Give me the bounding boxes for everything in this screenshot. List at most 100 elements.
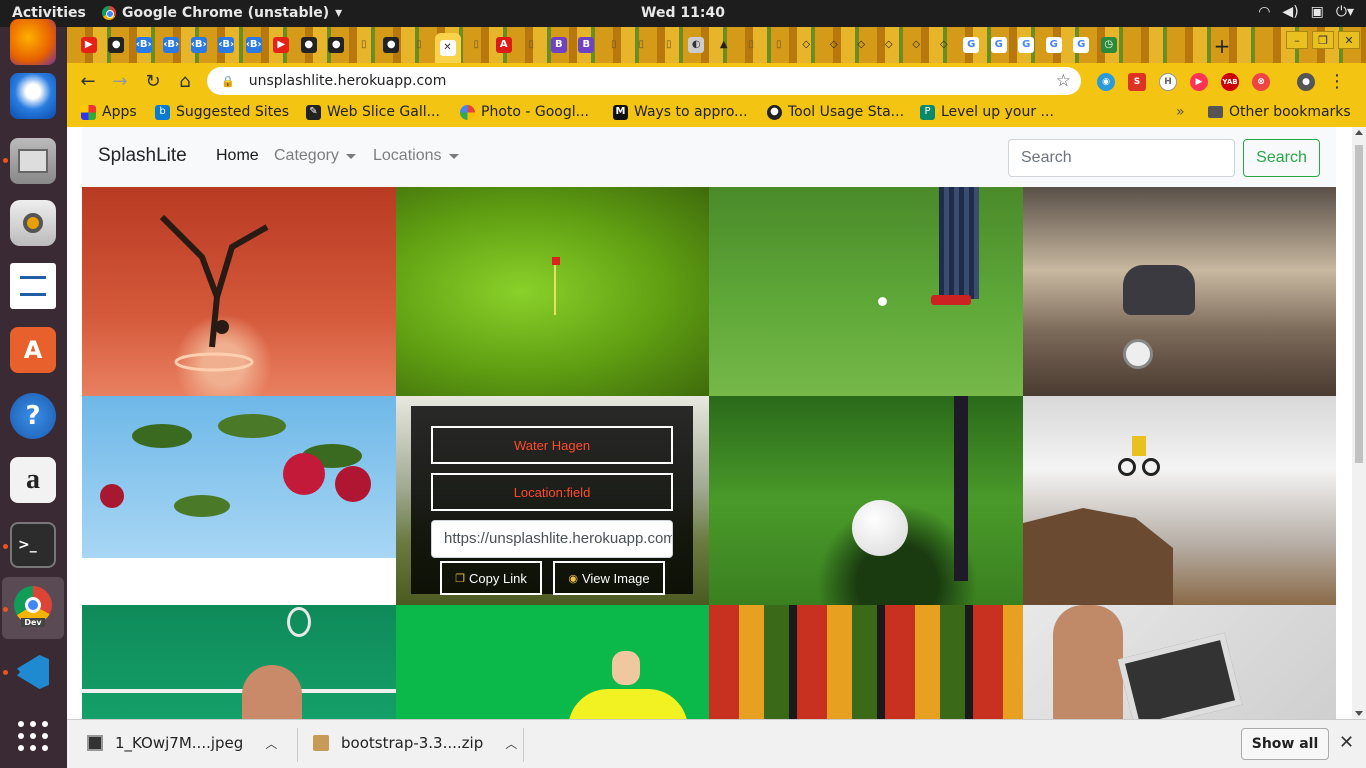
download-item[interactable]: bootstrap-3.3....zip ︿ — [313, 734, 517, 752]
download-item[interactable]: 1_KOwj7M....jpeg ︿ — [87, 734, 277, 752]
browser-tab[interactable]: ▯ — [630, 33, 654, 57]
reload-icon[interactable]: ↻ — [142, 70, 164, 92]
close-window-icon[interactable]: ✕ — [1338, 31, 1360, 49]
scroll-down-arrow-icon[interactable] — [1355, 711, 1363, 716]
browser-tab[interactable]: ● — [380, 33, 404, 57]
browser-tab[interactable]: ◷ — [1097, 33, 1121, 57]
firefox-icon[interactable] — [10, 19, 56, 65]
browser-tab[interactable]: ▯ — [767, 33, 791, 57]
files-icon[interactable] — [10, 138, 56, 184]
bookmark-star-icon[interactable]: ☆ — [1056, 71, 1071, 91]
browser-tab[interactable]: ● — [105, 33, 129, 57]
show-all-downloads-button[interactable]: Show all — [1241, 728, 1329, 760]
browser-tab[interactable]: ◇ — [877, 33, 901, 57]
close-icon[interactable]: ✕ — [1339, 732, 1354, 753]
photo-tile-tablet-man[interactable] — [1023, 605, 1336, 719]
browser-tab[interactable]: ‹B› — [242, 33, 266, 57]
new-tab-button[interactable]: + — [1210, 34, 1234, 58]
browser-tab[interactable]: ▶ — [270, 33, 294, 57]
other-bookmarks[interactable]: Other bookmarks — [1208, 104, 1351, 120]
bookmark-ways[interactable]: M Ways to appro... — [613, 104, 748, 120]
bookmark-level-up[interactable]: P Level up your ... — [920, 104, 1054, 120]
extension-h-icon[interactable]: H — [1159, 72, 1177, 91]
photo-tile-field-hovered[interactable]: Water Hagen Location:field https://unspl… — [396, 396, 709, 605]
browser-tab[interactable]: ▲ — [712, 33, 736, 57]
browser-tab[interactable]: ▯ — [602, 33, 626, 57]
nav-category-dropdown[interactable]: Category — [274, 147, 356, 165]
browser-tab[interactable]: ◇ — [932, 33, 956, 57]
photo-tile-market[interactable] — [709, 605, 1023, 719]
photo-tile-golfer[interactable] — [709, 187, 1023, 396]
search-button[interactable]: Search — [1243, 139, 1320, 177]
browser-tab[interactable]: ▯ — [657, 33, 681, 57]
view-image-button[interactable]: ◉ View Image — [553, 561, 665, 595]
back-arrow-icon[interactable]: ← — [77, 70, 99, 92]
photo-tile-dancer[interactable] — [82, 187, 396, 396]
browser-tab[interactable]: ✕ — [434, 33, 461, 63]
browser-tab[interactable]: G — [1042, 33, 1066, 57]
terminal-icon[interactable]: >_ — [10, 522, 56, 568]
minimize-icon[interactable]: – — [1286, 31, 1308, 49]
vscode-icon[interactable] — [10, 649, 56, 695]
scrollbar-thumb[interactable] — [1355, 145, 1363, 463]
browser-tab[interactable]: ▯ — [465, 33, 489, 57]
system-tray[interactable]: ◠ ◀) ▣ ⏻▾ — [1258, 4, 1354, 20]
bookmark-tool-usage[interactable]: ● Tool Usage Sta... — [767, 104, 904, 120]
chevron-up-icon[interactable]: ︿ — [505, 735, 517, 752]
thunderbird-icon[interactable] — [10, 73, 56, 119]
browser-tab[interactable]: ◇ — [905, 33, 929, 57]
photo-tile-golf-green[interactable] — [396, 187, 709, 396]
menu-kebab-icon[interactable]: ⋮ — [1328, 71, 1346, 92]
browser-tab[interactable]: G — [960, 33, 984, 57]
browser-tab[interactable]: ▶ — [77, 33, 101, 57]
browser-tab[interactable]: ▯ — [520, 33, 544, 57]
extension-globe-icon[interactable]: ◉ — [1097, 72, 1115, 91]
bookmarks-overflow-button[interactable]: » — [1176, 104, 1185, 120]
bookmark-apps[interactable]: Apps — [81, 104, 137, 120]
browser-tab[interactable]: ● — [325, 33, 349, 57]
browser-tab[interactable]: G — [1070, 33, 1094, 57]
browser-tab[interactable]: ▯ — [352, 33, 376, 57]
image-link-field[interactable]: https://unsplashlite.herokuapp.com — [431, 520, 673, 558]
photo-tile-apples[interactable] — [82, 396, 396, 558]
home-icon[interactable]: ⌂ — [174, 70, 196, 92]
app-menu[interactable]: Google Chrome (unstable) ▾ — [102, 5, 342, 21]
browser-tab[interactable]: B — [547, 33, 571, 57]
rhythmbox-icon[interactable] — [10, 200, 56, 246]
photo-tile-leaping-man[interactable] — [1023, 187, 1336, 396]
photo-tile-mountain-biker[interactable] — [1023, 396, 1336, 605]
page-scrollbar[interactable] — [1352, 127, 1366, 719]
amazon-icon[interactable]: a — [10, 457, 56, 503]
browser-tab[interactable]: ◇ — [795, 33, 819, 57]
chrome-dev-icon[interactable]: Dev — [10, 583, 56, 629]
extension-yab-icon[interactable]: YAB — [1221, 72, 1239, 91]
extension-ring-icon[interactable]: ⊗ — [1252, 72, 1270, 91]
browser-tab[interactable]: ‹B› — [187, 33, 211, 57]
photo-tile-golf-ball[interactable] — [709, 396, 1023, 605]
search-input[interactable] — [1008, 139, 1235, 177]
extension-s-icon[interactable]: S — [1128, 72, 1146, 91]
photo-tile-illustration[interactable] — [396, 605, 709, 719]
browser-tab[interactable]: ◇ — [822, 33, 846, 57]
libreoffice-writer-icon[interactable] — [10, 263, 56, 309]
maximize-icon[interactable]: ❐ — [1312, 31, 1334, 49]
bookmark-web-slice[interactable]: ✎ Web Slice Gall... — [306, 104, 440, 120]
browser-tab[interactable]: ‹B› — [160, 33, 184, 57]
address-bar[interactable]: 🔒 unsplashlite.herokuapp.com ☆ — [207, 67, 1081, 95]
extension-camera-icon[interactable]: ▶ — [1190, 72, 1208, 91]
copy-link-button[interactable]: ❐ Copy Link — [440, 561, 542, 595]
forward-arrow-icon[interactable]: → — [109, 70, 131, 92]
browser-tab[interactable]: B — [575, 33, 599, 57]
scroll-up-arrow-icon[interactable] — [1355, 130, 1363, 135]
browser-tab[interactable]: ▯ — [407, 33, 431, 57]
browser-tab[interactable]: ◇ — [850, 33, 874, 57]
profile-avatar[interactable]: ● — [1297, 72, 1315, 91]
software-center-icon[interactable]: A — [10, 327, 56, 373]
browser-tab[interactable]: ◐ — [685, 33, 709, 57]
photo-tile-tennis[interactable] — [82, 605, 396, 719]
help-icon[interactable]: ? — [10, 393, 56, 439]
bookmark-photo[interactable]: Photo - Googl... — [460, 104, 589, 120]
nav-home[interactable]: Home — [216, 147, 259, 165]
browser-tab[interactable]: G — [1015, 33, 1039, 57]
site-brand[interactable]: SplashLite — [98, 145, 187, 167]
